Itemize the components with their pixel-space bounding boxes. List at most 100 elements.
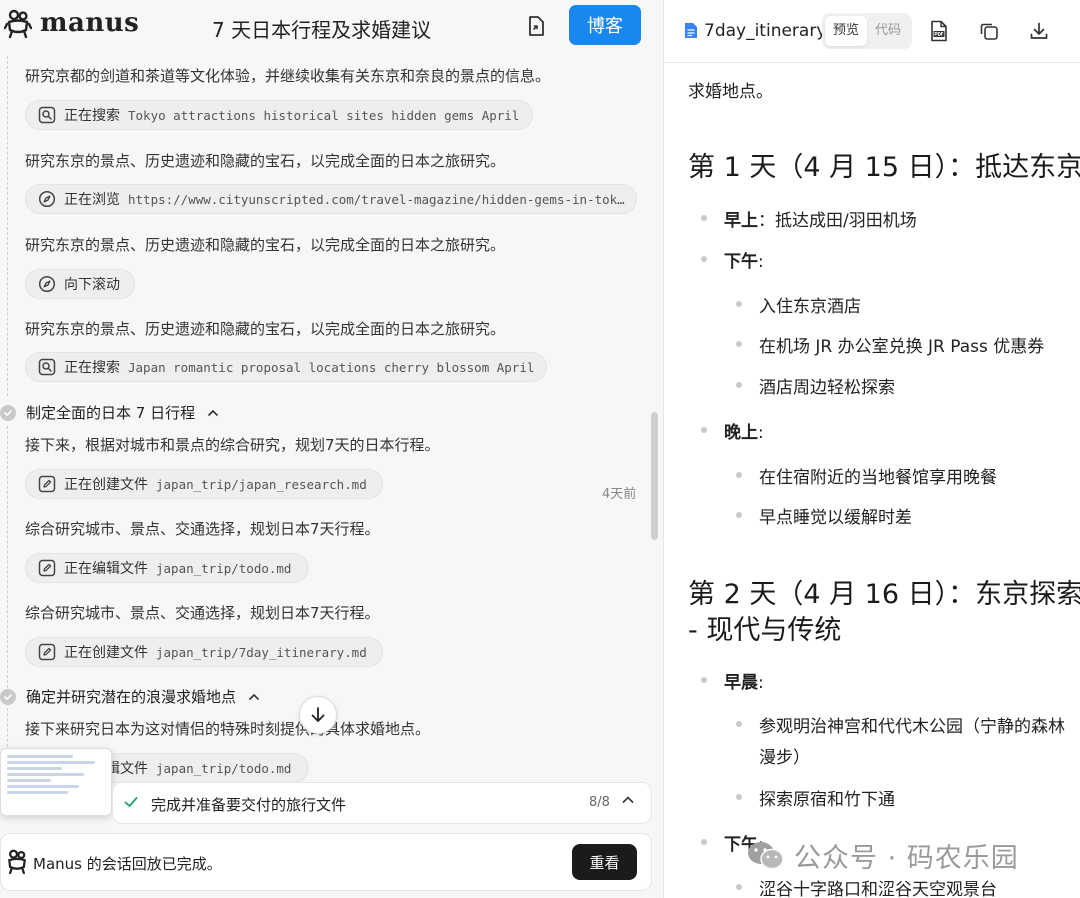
step-title: 确定并研究潜在的浪漫求婚地点 (26, 688, 237, 706)
task-progress-bar[interactable]: 完成并准备要交付的旅行文件 8/8 (112, 782, 652, 824)
replay-message: Manus 的会话回放已完成。 (33, 855, 222, 873)
action-chip-browse[interactable]: 正在浏览 https://www.cityunscripted.com/trav… (25, 184, 637, 214)
step-description: 综合研究城市、景点、交通选择，规划日本7天行程。 (25, 604, 380, 622)
list-item: 晚上: (724, 423, 764, 443)
chevron-up-icon[interactable] (621, 795, 635, 805)
bullet (736, 472, 742, 478)
action-verb: 正在搜索 (64, 108, 120, 124)
step-header[interactable]: 确定并研究潜在的浪漫求婚地点 (0, 686, 260, 707)
view-mode-toggle[interactable]: 预览 代码 (822, 13, 912, 49)
download-icon (1030, 22, 1048, 39)
step-description: 综合研究城市、景点、交通选择，规划日本7天行程。 (25, 520, 380, 538)
bullet (736, 341, 742, 347)
action-chip-create-file[interactable]: 正在创建文件 japan_trip/7day_itinerary.md (25, 637, 383, 667)
thread-line (7, 426, 8, 688)
chevron-up-icon (248, 690, 260, 704)
search-icon (38, 106, 56, 124)
bullet (736, 301, 742, 307)
top-bar: manus 7 天日本行程及求婚建议 博客 (0, 0, 662, 56)
scroll-to-bottom-button[interactable] (299, 696, 337, 734)
list-item: 早点睡觉以缓解时差 (759, 508, 912, 528)
list-text: ：抵达成田/羽田机场 (758, 211, 917, 231)
action-argument: https://www.cityunscripted.com/travel-ma… (128, 191, 625, 207)
document-content[interactable]: 求婚地点。 第 1 天（4 月 15 日）：抵达东京 早上：抵达成田/羽田机场 … (664, 0, 1080, 898)
action-argument: Japan romantic proposal locations cherry… (128, 359, 535, 375)
activity-feed[interactable]: 研究京都的剑道和茶道等文化体验，并继续收集有关东京和奈良的景点的信息。 正在搜索… (0, 56, 648, 788)
action-chip-edit-file[interactable]: 正在编辑文件 japan_trip/todo.md (25, 553, 309, 583)
action-argument: japan_trip/7day_itinerary.md (156, 644, 367, 660)
day2-heading: 第 2 天（4 月 16 日）：东京探索 (688, 579, 1080, 610)
list-label: 早上 (724, 211, 758, 231)
list-item: 入住东京酒店 (759, 297, 861, 317)
tab-preview[interactable]: 预览 (825, 16, 867, 46)
action-argument: japan_trip/japan_research.md (156, 476, 367, 492)
bullet (701, 256, 707, 262)
action-chip-search[interactable]: 正在搜索 Tokyo attractions historical sites … (25, 100, 533, 130)
step-description: 研究东京的景点、历史遗迹和隐藏的宝石，以完成全面的日本之旅研究。 (25, 236, 506, 254)
chat-panel: manus 7 天日本行程及求婚建议 博客 研究京都的剑道和茶道等文化体验，并继… (0, 0, 662, 898)
export-pdf-button[interactable] (926, 18, 952, 44)
compass-icon (38, 275, 56, 293)
thread-line (7, 56, 8, 396)
checkmark-icon (124, 797, 138, 807)
step-description: 研究京都的剑道和茶道等文化体验，并继续收集有关东京和奈良的景点的信息。 (25, 67, 551, 85)
bullet (736, 794, 742, 800)
bullet (701, 677, 707, 683)
download-button[interactable] (1026, 18, 1052, 44)
blog-button[interactable]: 博客 (569, 5, 641, 45)
action-chip-search[interactable]: 正在搜索 Japan romantic proposal locations c… (25, 352, 547, 382)
rewatch-button[interactable]: 重看 (572, 844, 637, 880)
action-argument: japan_trip/todo.md (156, 760, 292, 776)
doc-paragraph: 求婚地点。 (688, 82, 773, 102)
step-description: 研究东京的景点、历史遗迹和隐藏的宝石，以完成全面的日本之旅研究。 (25, 152, 506, 170)
manus-mascot-icon (8, 849, 26, 874)
edit-file-icon (38, 559, 56, 577)
bullet (736, 382, 742, 388)
action-verb: 正在搜索 (64, 360, 120, 376)
bullet (736, 884, 742, 890)
action-chip-create-file[interactable]: 正在创建文件 japan_trip/japan_research.md (25, 469, 383, 499)
watermark: 公众号 · 码农乐园 (746, 836, 1019, 875)
bullet (701, 427, 707, 433)
list-item-continued: 漫步） (759, 748, 810, 768)
computer-preview-thumbnail[interactable] (0, 748, 112, 816)
action-verb: 正在浏览 (64, 192, 120, 208)
action-chip-scroll[interactable]: 向下滚动 (25, 269, 135, 299)
edit-file-icon (38, 643, 56, 661)
action-argument: Tokyo attractions historical sites hidde… (128, 107, 520, 123)
chevron-up-icon (207, 406, 219, 420)
share-button[interactable] (520, 12, 552, 40)
task-title: 7 天日本行程及求婚建议 (212, 18, 432, 42)
progress-label: 完成并准备要交付的旅行文件 (151, 796, 347, 814)
action-verb: 向下滚动 (64, 277, 120, 293)
list-item: 早上：抵达成田/羽田机场 (724, 206, 917, 231)
step-title: 制定全面的日本 7 日行程 (26, 404, 196, 422)
list-label: 早晨 (724, 673, 758, 693)
copy-button[interactable] (976, 18, 1002, 44)
scrollbar-thumb[interactable] (651, 412, 658, 540)
arrow-down-icon (311, 707, 325, 722)
step-description: 接下来研究日本为这对情侣的特殊时刻提供的具体求婚地点。 (25, 720, 431, 738)
share-file-icon (529, 16, 544, 36)
action-verb: 正在创建文件 (64, 477, 148, 493)
timestamp: 4天前 (602, 487, 637, 502)
manus-mascot-icon (4, 9, 32, 38)
document-panel: 7day_itinerary 预览 代码 求婚地点。 第 1 天（4 月 15 … (663, 0, 1080, 898)
compass-icon (38, 190, 56, 208)
edit-file-icon (38, 475, 56, 493)
list-item: 早晨: (724, 673, 764, 693)
list-item: 探索原宿和竹下通 (759, 790, 895, 810)
brand-logo[interactable]: manus (4, 8, 139, 38)
action-argument: japan_trip/todo.md (156, 560, 292, 576)
bullet (701, 839, 707, 845)
bullet (736, 512, 742, 518)
document-icon (685, 23, 697, 38)
list-item: 涩谷十字路口和涩谷天空观景台 (759, 880, 997, 898)
tab-code[interactable]: 代码 (867, 16, 909, 46)
wechat-icon (748, 841, 784, 869)
watermark-text: 公众号 · 码农乐园 (794, 843, 1019, 874)
search-icon (38, 358, 56, 376)
action-verb: 正在创建文件 (64, 645, 148, 661)
step-header[interactable]: 制定全面的日本 7 日行程 (0, 402, 219, 423)
copy-icon (980, 23, 998, 40)
